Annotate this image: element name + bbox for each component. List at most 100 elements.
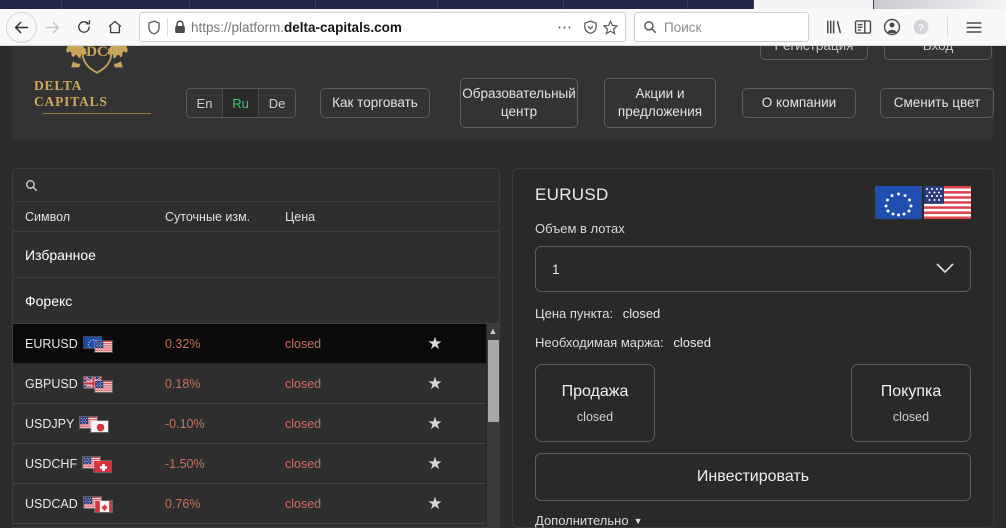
pocket-icon[interactable] [578, 19, 603, 35]
nav-promotions[interactable]: Акции и предложения [604, 78, 716, 128]
volume-select[interactable]: 1 [535, 246, 971, 292]
address-bar-divider [167, 18, 168, 36]
search-icon [25, 179, 38, 192]
browser-tab[interactable] [62, 0, 190, 9]
bookmark-star-icon[interactable] [603, 19, 618, 35]
browser-tab-strip[interactable] [0, 0, 1006, 9]
sidebar-icon[interactable] [854, 19, 872, 35]
browser-tab-active[interactable] [754, 0, 874, 9]
reload-button[interactable] [68, 12, 99, 43]
library-icon[interactable] [825, 19, 843, 35]
chevron-down-icon [936, 262, 954, 277]
table-row[interactable]: USDCAD 0.76% closed ★ [13, 484, 499, 524]
favorite-toggle[interactable]: ★ [405, 335, 465, 352]
star-icon: ★ [427, 454, 443, 473]
change-cell: 0.32% [165, 336, 201, 351]
logo-underline [42, 113, 151, 114]
symbol-flag-pair [82, 455, 113, 473]
lang-option-ru[interactable]: Ru [223, 89, 259, 117]
more-options-toggle[interactable]: Дополнительно ▼ [535, 513, 971, 528]
trade-buttons-row: Продажа closed Покупка closed [535, 364, 971, 442]
symbol-name: EURUSD [25, 336, 78, 351]
back-button[interactable] [6, 11, 37, 43]
group-forex[interactable]: Форекс [13, 278, 499, 324]
symbol-name: USDCHF [25, 456, 78, 471]
star-icon: ★ [427, 334, 443, 353]
sell-label: Продажа [561, 382, 629, 400]
table-row[interactable]: NZDUSD -1.30%closed★ [13, 524, 499, 527]
scroll-up-arrow-icon[interactable]: ▲ [487, 324, 499, 337]
web-page: DC DELTA CAPITALS En Ru De Регистрация В… [0, 0, 1006, 528]
favorite-toggle[interactable]: ★ [405, 455, 465, 472]
symbol-cell: EURUSD [13, 335, 165, 353]
flag-ch-icon [93, 459, 113, 473]
price-cell: closed [285, 456, 322, 471]
address-bar[interactable]: https://platform.delta-capitals.com ⋯ [139, 12, 626, 42]
svg-text:DC: DC [86, 44, 108, 60]
trade-flag-pair [875, 186, 971, 219]
invest-button[interactable]: Инвестировать [535, 453, 971, 501]
search-magnifier-icon [643, 20, 657, 34]
url-text[interactable]: https://platform.delta-capitals.com [191, 20, 552, 35]
more-options-label: Дополнительно [535, 513, 629, 528]
account-icon[interactable] [883, 18, 901, 36]
home-button[interactable] [99, 12, 130, 43]
page-actions-dots-icon[interactable]: ⋯ [552, 18, 578, 36]
browser-tab[interactable] [0, 0, 62, 9]
change-cell: -1.50% [165, 456, 205, 471]
change-cell: 0.76% [165, 496, 201, 511]
forward-button[interactable] [37, 12, 68, 43]
hamburger-menu-icon[interactable] [965, 20, 983, 35]
table-row[interactable]: USDCHF -1.50% closed ★ [13, 444, 499, 484]
flag-jp-icon [90, 419, 110, 433]
table-row[interactable]: USDJPY -0.10% closed ★ [13, 404, 499, 444]
buy-status: closed [892, 409, 930, 424]
favorite-toggle[interactable]: ★ [405, 415, 465, 432]
browser-search-bar[interactable]: Поиск [634, 12, 809, 42]
buy-button[interactable]: Покупка closed [851, 364, 971, 442]
browser-tab[interactable] [190, 0, 316, 9]
symbol-flag-pair [82, 335, 113, 353]
symbols-scrollbar[interactable]: ▲ [486, 324, 499, 527]
browser-tab[interactable] [688, 0, 754, 9]
point-price-row: Цена пункта: closed [535, 306, 971, 321]
symbol-flag-pair [82, 375, 113, 393]
table-row[interactable]: GBPUSD 0.18% closed ★ [13, 364, 499, 404]
star-icon: ★ [427, 414, 443, 433]
browser-tab[interactable] [564, 0, 688, 9]
nav-education-center[interactable]: Образовательный центр [460, 78, 578, 128]
help-icon[interactable]: ? [912, 18, 930, 36]
padlock-icon[interactable] [174, 20, 186, 34]
language-switcher[interactable]: En Ru De [186, 88, 296, 118]
sell-status: closed [576, 409, 614, 424]
favorite-toggle[interactable]: ★ [405, 495, 465, 512]
nav-about-company[interactable]: О компании [742, 88, 856, 118]
caret-down-icon: ▼ [633, 515, 643, 526]
column-header-change: Суточные изм. [165, 209, 251, 224]
browser-tab[interactable] [438, 0, 564, 9]
group-favorites[interactable]: Избранное [13, 232, 499, 278]
price-cell: closed [285, 496, 322, 511]
symbol-search-row[interactable] [13, 169, 499, 202]
browser-tab[interactable] [316, 0, 438, 9]
tracking-protection-shield-icon[interactable] [147, 19, 161, 35]
symbol-search-input[interactable] [46, 178, 487, 192]
change-cell: 0.18% [165, 376, 201, 391]
lang-option-en[interactable]: En [187, 89, 223, 117]
column-header-price: Цена [285, 209, 316, 224]
flag-us-icon [924, 186, 971, 219]
flag-eu-icon [875, 186, 922, 219]
sell-button[interactable]: Продажа closed [535, 364, 655, 442]
scrollbar-thumb[interactable] [488, 340, 499, 422]
favorite-toggle[interactable]: ★ [405, 375, 465, 392]
toolbar-divider [947, 17, 948, 37]
browser-toolbar: https://platform.delta-capitals.com ⋯ По… [0, 9, 1006, 45]
table-row[interactable]: EURUSD 0.32% closed ★ [13, 324, 499, 364]
star-icon: ★ [427, 494, 443, 513]
lang-option-de[interactable]: De [259, 89, 295, 117]
nav-change-color[interactable]: Сменить цвет [880, 88, 994, 118]
symbol-name: USDCAD [25, 496, 78, 511]
browser-chrome: https://platform.delta-capitals.com ⋯ По… [0, 0, 1006, 46]
symbol-name: GBPUSD [25, 376, 78, 391]
nav-how-to-trade[interactable]: Как торговать [320, 88, 430, 118]
